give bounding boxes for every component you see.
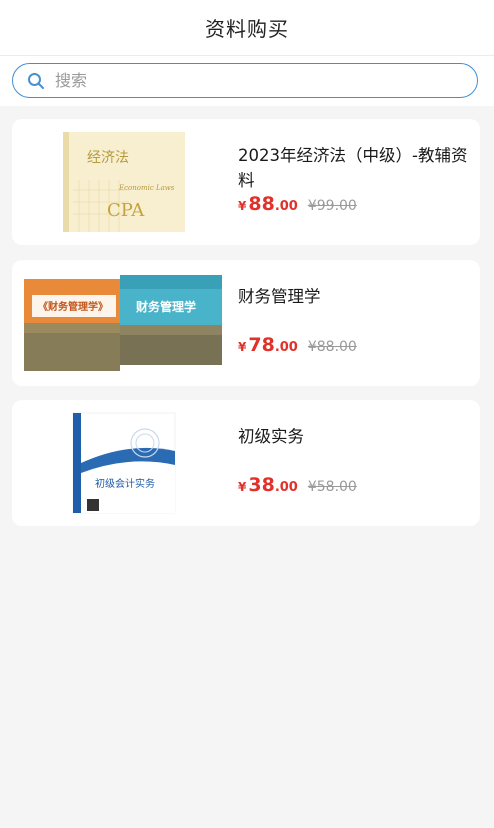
currency-symbol: ¥ (238, 480, 247, 494)
search-box[interactable] (12, 63, 478, 98)
product-card-financial-management[interactable]: 《财务管理学》 财务管理学 财务管理学 ¥ 78 .00 ¥88.00 (12, 260, 480, 386)
cover-title: 财务管理学 (135, 299, 196, 314)
svg-text:《财务管理学》: 《财务管理学》 (38, 300, 108, 313)
product-card-economic-law[interactable]: 经济法 Economic Laws CPA 2023年经济法（中级）-教辅资料 … (12, 119, 480, 245)
price-row: ¥ 88 .00 ¥99.00 (238, 193, 357, 215)
cover-subtitle: Economic Laws (118, 184, 175, 192)
price-decimal: .00 (274, 340, 298, 355)
price-decimal: .00 (274, 199, 298, 214)
original-price: ¥88.00 (307, 339, 357, 355)
cover-brand: CPA (107, 200, 145, 221)
price-integer: 38 (248, 474, 275, 496)
original-price: ¥99.00 (307, 198, 357, 214)
book-cover-image: 经济法 Economic Laws CPA (24, 129, 224, 235)
product-title: 2023年经济法（中级）-教辅资料 (238, 146, 468, 190)
book-cover-image: 初级会计实务 (24, 410, 224, 516)
price-integer: 88 (248, 193, 275, 215)
price-row: ¥ 78 .00 ¥88.00 (238, 334, 357, 356)
page-title: 资料购买 (205, 17, 289, 41)
original-price: ¥58.00 (307, 479, 357, 495)
cover-title: 初级会计实务 (95, 477, 155, 490)
search-icon (27, 71, 47, 91)
top-bar: 资料购买 (0, 0, 494, 56)
product-title: 财务管理学 (238, 287, 321, 306)
cover-title: 经济法 (87, 150, 129, 166)
product-title: 初级实务 (238, 427, 304, 446)
price-decimal: .00 (274, 480, 298, 495)
price-row: ¥ 38 .00 ¥58.00 (238, 474, 357, 496)
book-cover-image: 《财务管理学》 财务管理学 (24, 270, 224, 376)
search-bar (0, 56, 494, 106)
currency-symbol: ¥ (238, 199, 247, 213)
search-input[interactable] (55, 71, 455, 90)
price-integer: 78 (248, 334, 275, 356)
currency-symbol: ¥ (238, 340, 247, 354)
product-card-junior-accounting[interactable]: 初级会计实务 初级实务 ¥ 38 .00 ¥58.00 (12, 400, 480, 526)
